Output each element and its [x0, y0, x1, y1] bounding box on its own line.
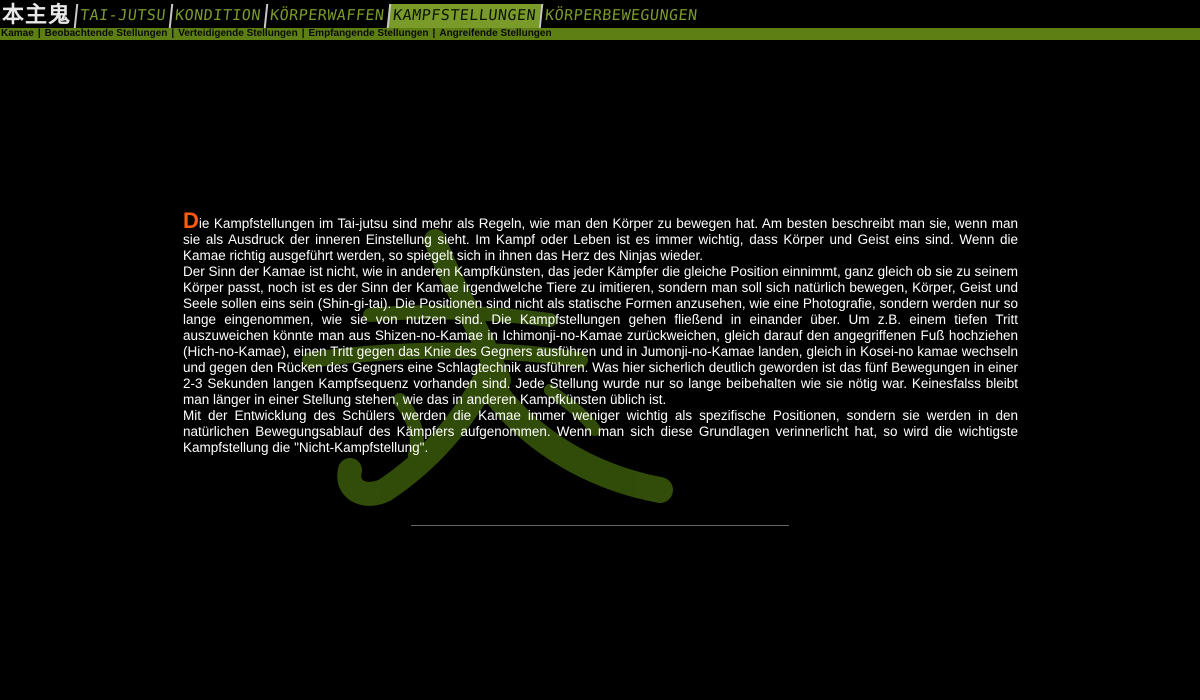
subnav-separator: |	[171, 28, 175, 39]
tab-kampfstellungen[interactable]: Kampfstellungen	[386, 4, 542, 28]
tab-tai-jutsu[interactable]: Tai-Jutsu	[73, 4, 172, 28]
paragraph: Mit der Entwicklung des Schülers werden …	[183, 408, 1018, 455]
tab-kondition[interactable]: Kondition	[168, 4, 266, 28]
drop-cap: D	[183, 208, 199, 233]
paragraph: Der Sinn der Kamae ist nicht, wie in and…	[183, 264, 1018, 407]
subnav-link-beobachtende-stellungen[interactable]: Beobachtende Stellungen	[45, 28, 168, 39]
paragraph: Die Kampfstellungen im Tai-jutsu sind me…	[183, 210, 1018, 264]
subnav-link-verteidigende-stellungen[interactable]: Verteidigende Stellungen	[178, 28, 297, 39]
site-logo[interactable]: 本主鬼	[0, 2, 75, 28]
horizontal-divider	[411, 525, 789, 526]
subnav-separator: |	[37, 28, 41, 39]
subnav-separator: |	[432, 28, 436, 39]
subnav-link-angreifende-stellungen[interactable]: Angreifende Stellungen	[439, 28, 551, 39]
subnav-link-kamae[interactable]: Kamae	[1, 28, 34, 39]
tab-koerperbewegungen[interactable]: Körperbewegungen	[538, 4, 703, 28]
subnav-separator: |	[301, 28, 305, 39]
tab-koerperwaffen[interactable]: Körperwaffen	[263, 4, 390, 28]
article-body: Die Kampfstellungen im Tai-jutsu sind me…	[183, 210, 1018, 456]
top-navigation: 本主鬼 Tai-Jutsu Kondition Körperwaffen Kam…	[0, 0, 1200, 28]
sub-navigation: Kamae | Beobachtende Stellungen | Verteidige…	[0, 28, 1200, 40]
paragraph-text: ie Kampfstellungen im Tai-jutsu sind meh…	[183, 216, 1018, 263]
subnav-link-empfangende-stellungen[interactable]: Empfangende Stellungen	[309, 28, 429, 39]
